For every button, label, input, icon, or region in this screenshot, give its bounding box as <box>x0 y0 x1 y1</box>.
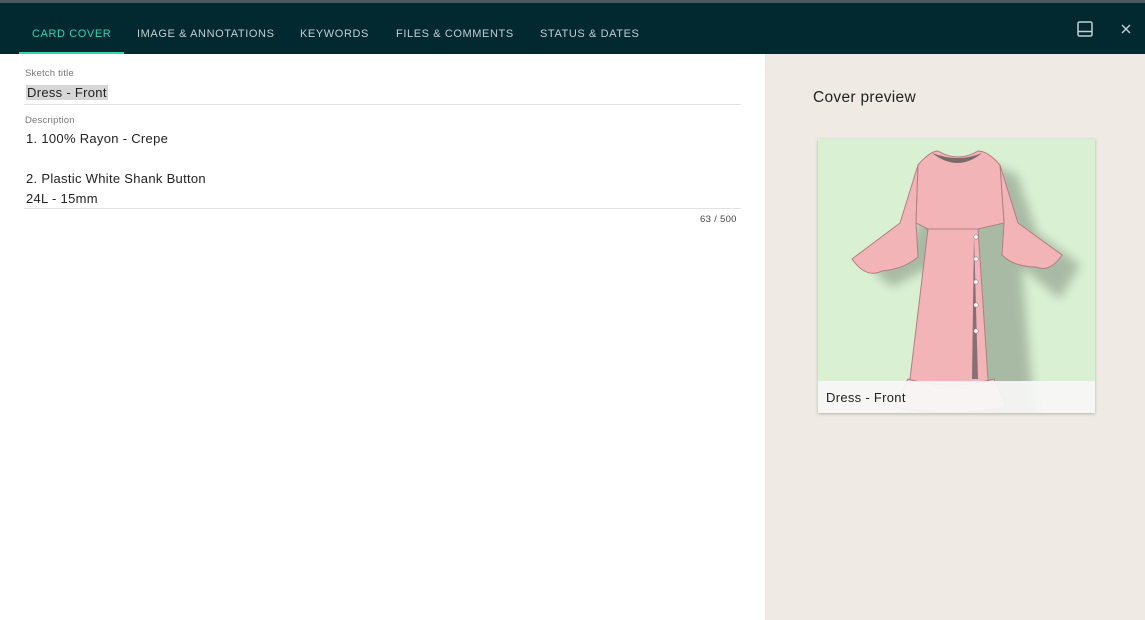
description-label: Description <box>25 115 75 126</box>
cover-card-title: Dress - Front <box>826 390 906 405</box>
tab-status-dates[interactable]: STATUS & DATES <box>527 3 652 54</box>
cover-card[interactable]: Dress - Front <box>818 139 1095 413</box>
dress-sketch-image <box>851 150 1080 413</box>
cover-preview-title: Cover preview <box>813 89 916 106</box>
description-char-counter: 63 / 500 <box>700 214 737 225</box>
tab-image-annotations[interactable]: IMAGE & ANNOTATIONS <box>124 3 288 54</box>
cover-card-caption: Dress - Front <box>818 381 1095 413</box>
close-icon[interactable] <box>1114 17 1138 41</box>
cover-preview-panel: Cover preview Dress - Front <box>765 54 1145 620</box>
description-line: 1. 100% Rayon - Crepe <box>26 131 169 146</box>
tab-card-cover[interactable]: CARD COVER <box>19 3 125 54</box>
tab-bar: CARD COVER IMAGE & ANNOTATIONS KEYWORDS … <box>0 3 1145 54</box>
description-line: 2. Plastic White Shank Button <box>26 171 206 186</box>
description-underline <box>24 208 741 209</box>
description-line: 24L - 15mm <box>26 191 98 206</box>
sketch-title-value: Dress - Front <box>26 85 108 100</box>
sketch-title-underline <box>24 104 741 105</box>
tab-keywords[interactable]: KEYWORDS <box>287 3 382 54</box>
sketch-title-label: Sketch title <box>25 68 74 79</box>
sketch-title-input[interactable]: Dress - Front <box>26 85 108 100</box>
tab-files-comments[interactable]: FILES & COMMENTS <box>383 3 527 54</box>
panel-layout-icon[interactable] <box>1073 17 1097 41</box>
